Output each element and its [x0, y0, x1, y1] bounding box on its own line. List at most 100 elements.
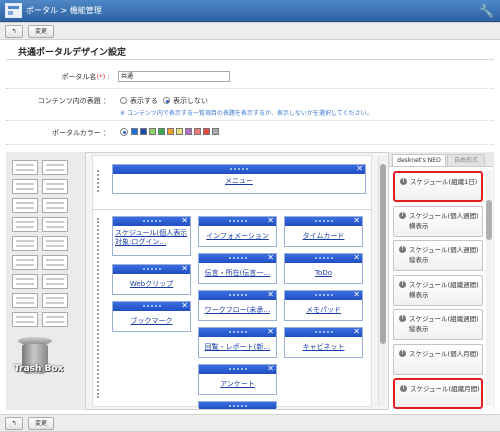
close-icon[interactable]: ✕ — [181, 264, 188, 274]
widget-header[interactable]: ✕ — [285, 327, 362, 337]
close-icon[interactable]: ✕ — [353, 253, 360, 263]
catalog-item[interactable]: ! スケジュール(個人週間) 縦表示 — [393, 240, 483, 271]
catalog-item[interactable]: ! スケジュール(個人週間) 横表示 — [393, 205, 483, 237]
color-swatch[interactable] — [203, 128, 210, 135]
close-icon[interactable]: ✕ — [267, 290, 274, 300]
widget-label[interactable]: キャビネット — [287, 343, 360, 352]
widget-schedule[interactable]: ✕ スケジュール(個人表示対象:ログイン… — [112, 216, 191, 256]
widget-partial[interactable] — [198, 401, 277, 409]
layout-thumbnail[interactable] — [42, 160, 68, 175]
tab-free-format[interactable]: 自由形式 — [447, 154, 485, 166]
widget-label[interactable]: 伝言・所在(伝言一… — [201, 269, 274, 278]
canvas-scroll-thumb[interactable] — [380, 164, 386, 344]
widget-web-clip[interactable]: ✕ Webクリップ — [112, 264, 191, 295]
widget-cabinet[interactable]: ✕ キャビネット — [284, 327, 363, 358]
catalog-item[interactable]: ! スケジュール(個人月間) — [393, 343, 483, 375]
layout-thumbnail[interactable] — [12, 179, 38, 194]
widget-header[interactable]: ✕ — [199, 327, 276, 337]
color-swatch[interactable] — [167, 128, 174, 135]
color-swatch[interactable] — [212, 128, 219, 135]
widget-header[interactable]: ✕ — [199, 364, 276, 374]
color-swatch[interactable] — [140, 128, 147, 135]
widget-label[interactable]: Webクリップ — [115, 280, 188, 289]
back-button[interactable]: ↰ — [5, 417, 23, 430]
change-button[interactable]: 変更 — [28, 25, 54, 38]
catalog-scroll-thumb[interactable] — [486, 200, 492, 240]
layout-thumbnail[interactable] — [42, 236, 68, 251]
widget-header[interactable]: ✕ — [113, 301, 190, 311]
widget-label[interactable]: メニュー — [115, 177, 363, 186]
close-icon[interactable]: ✕ — [267, 364, 274, 374]
close-icon[interactable]: ✕ — [181, 216, 188, 226]
layout-thumbnail[interactable] — [12, 293, 38, 308]
row-drag-handle[interactable] — [97, 170, 100, 192]
widget-header[interactable]: ✕ — [285, 253, 362, 263]
breadcrumb[interactable]: ポータル > 機能管理 — [26, 5, 102, 16]
layout-thumbnail[interactable] — [42, 255, 68, 270]
widget-label[interactable]: ToDo — [287, 269, 360, 278]
widget-timecard[interactable]: ✕ タイムカード — [284, 216, 363, 247]
widget-header[interactable]: ✕ — [113, 216, 190, 226]
widget-label[interactable]: ブックマーク — [115, 317, 188, 326]
layout-thumbnail[interactable] — [12, 312, 38, 327]
catalog-item[interactable]: ! スケジュール(組織週間) 縦表示 — [393, 309, 483, 340]
hide-title-radio[interactable] — [163, 97, 170, 104]
close-icon[interactable]: ✕ — [267, 253, 274, 263]
widget-label[interactable]: インフォメーション — [201, 232, 274, 241]
widget-header[interactable]: ✕ — [199, 216, 276, 226]
widget-header[interactable]: ✕ — [285, 290, 362, 300]
widget-header[interactable]: ✕ — [285, 216, 362, 226]
layout-thumbnail[interactable] — [42, 217, 68, 232]
layout-thumbnail[interactable] — [42, 312, 68, 327]
widget-workflow[interactable]: ✕ ワークフロー(未承… — [198, 290, 277, 321]
portal-name-input[interactable]: 共通 — [118, 71, 230, 82]
close-icon[interactable]: ✕ — [353, 327, 360, 337]
widget-whereabouts[interactable]: ✕ 伝言・所在(伝言一… — [198, 253, 277, 284]
tab-desknets-neo[interactable]: desknet's NEO — [392, 154, 446, 166]
widget-report[interactable]: ✕ 回覧・レポート(新… — [198, 327, 277, 358]
change-button[interactable]: 変更 — [28, 417, 54, 430]
catalog-item[interactable]: ! スケジュール(組織月間) — [393, 378, 483, 409]
layout-thumbnail[interactable] — [42, 198, 68, 213]
widget-label[interactable]: スケジュール(個人表示対象:ログイン… — [115, 229, 188, 247]
widget-label[interactable]: メモパッド — [287, 306, 360, 315]
widget-label[interactable]: アンケート — [201, 380, 274, 389]
layout-thumbnail[interactable] — [42, 179, 68, 194]
widget-information[interactable]: ✕ インフォメーション — [198, 216, 277, 247]
layout-thumbnail[interactable] — [12, 255, 38, 270]
layout-thumbnail[interactable] — [12, 160, 38, 175]
close-icon[interactable]: ✕ — [353, 216, 360, 226]
widget-header[interactable] — [199, 402, 276, 409]
widget-label[interactable]: ワークフロー(未承… — [201, 306, 274, 315]
close-icon[interactable]: ✕ — [267, 327, 274, 337]
catalog-item[interactable]: ! スケジュール(組織1日) — [393, 171, 483, 202]
layout-thumbnail[interactable] — [12, 198, 38, 213]
color-swatch[interactable] — [176, 128, 183, 135]
color-swatch[interactable] — [185, 128, 192, 135]
color-swatch[interactable] — [149, 128, 156, 135]
color-swatch[interactable] — [194, 128, 201, 135]
catalog-item[interactable]: ! スケジュール(組織週間) 横表示 — [393, 274, 483, 306]
close-icon[interactable]: ✕ — [267, 216, 274, 226]
close-icon[interactable]: ✕ — [356, 164, 363, 174]
catalog-scrollbar[interactable] — [486, 170, 492, 406]
close-icon[interactable]: ✕ — [181, 301, 188, 311]
color-radio[interactable] — [120, 128, 128, 136]
layout-thumbnail[interactable] — [12, 217, 38, 232]
widget-label[interactable]: 回覧・レポート(新… — [201, 343, 274, 352]
row-drag-handle[interactable] — [97, 218, 100, 398]
widget-todo[interactable]: ✕ ToDo — [284, 253, 363, 284]
wrench-icon[interactable]: 🔧 — [479, 4, 494, 18]
close-icon[interactable]: ✕ — [353, 290, 360, 300]
widget-bookmark[interactable]: ✕ ブックマーク — [112, 301, 191, 332]
layout-thumbnail[interactable] — [12, 236, 38, 251]
back-button[interactable]: ↰ — [5, 25, 23, 38]
layout-thumbnail[interactable] — [42, 274, 68, 289]
layout-thumbnail[interactable] — [12, 274, 38, 289]
canvas-scrollbar[interactable] — [378, 156, 386, 406]
widget-survey[interactable]: ✕ アンケート — [198, 364, 277, 395]
widget-label[interactable]: タイムカード — [287, 232, 360, 241]
widget-header[interactable]: ✕ — [199, 290, 276, 300]
layout-thumbnail[interactable] — [42, 293, 68, 308]
show-title-radio[interactable] — [120, 97, 127, 104]
